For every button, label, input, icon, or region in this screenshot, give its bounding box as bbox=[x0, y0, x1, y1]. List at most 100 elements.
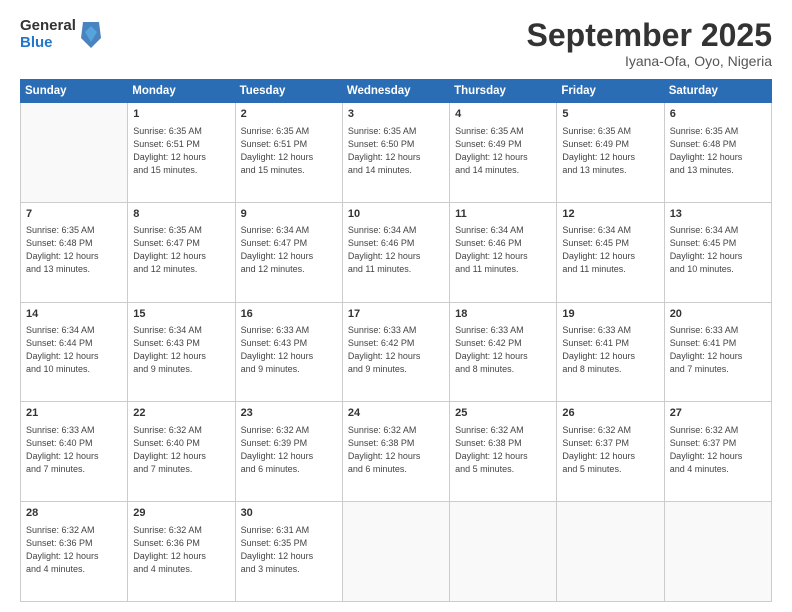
day-number: 17 bbox=[348, 307, 444, 322]
calendar-cell: 2 Sunrise: 6:35 AM Sunset: 6:51 PM Daylig… bbox=[235, 103, 342, 203]
calendar-day-header: Tuesday bbox=[235, 80, 342, 103]
day-info: Sunrise: 6:32 AM Sunset: 6:37 PM Dayligh… bbox=[670, 424, 766, 476]
day-info: Sunrise: 6:35 AM Sunset: 6:50 PM Dayligh… bbox=[348, 125, 444, 177]
calendar-cell: 8 Sunrise: 6:35 AM Sunset: 6:47 PM Daylig… bbox=[128, 202, 235, 302]
calendar-cell: 10Sunrise: 6:34 AM Sunset: 6:46 PM Dayli… bbox=[342, 202, 449, 302]
calendar-cell bbox=[557, 502, 664, 602]
day-info: Sunrise: 6:35 AM Sunset: 6:47 PM Dayligh… bbox=[133, 224, 229, 276]
day-number: 15 bbox=[133, 307, 229, 322]
calendar-cell: 15 Sunrise: 6:34 AM Sunset: 6:43 PM Dayli… bbox=[128, 302, 235, 402]
day-number: 6 bbox=[670, 107, 766, 122]
calendar-cell bbox=[450, 502, 557, 602]
day-number: 29 bbox=[133, 506, 229, 521]
day-number: 25 bbox=[455, 406, 551, 421]
day-info: Sunrise: 6:33 AM Sunset: 6:41 PM Dayligh… bbox=[562, 324, 658, 376]
day-info: Sunrise: 6:33 AM Sunset: 6:42 PM Dayligh… bbox=[455, 324, 551, 376]
calendar-cell: 26 Sunrise: 6:32 AM Sunset: 6:37 PM Dayli… bbox=[557, 402, 664, 502]
calendar-cell: 20 Sunrise: 6:33 AM Sunset: 6:41 PM Dayli… bbox=[664, 302, 771, 402]
logo-text: General Blue bbox=[20, 18, 76, 51]
day-number: 26 bbox=[562, 406, 658, 421]
day-info: Sunrise: 6:33 AM Sunset: 6:40 PM Dayligh… bbox=[26, 424, 122, 476]
day-info: Sunrise: 6:34 AM Sunset: 6:43 PM Dayligh… bbox=[133, 324, 229, 376]
day-number: 9 bbox=[241, 207, 337, 222]
day-number: 3 bbox=[348, 107, 444, 122]
calendar-cell bbox=[664, 502, 771, 602]
calendar-cell bbox=[21, 103, 128, 203]
calendar-cell: 23Sunrise: 6:32 AM Sunset: 6:39 PM Dayli… bbox=[235, 402, 342, 502]
day-number: 19 bbox=[562, 307, 658, 322]
day-info: Sunrise: 6:35 AM Sunset: 6:48 PM Dayligh… bbox=[670, 125, 766, 177]
title-block: September 2025 Iyana-Ofa, Oyo, Nigeria bbox=[527, 18, 772, 69]
day-info: Sunrise: 6:35 AM Sunset: 6:49 PM Dayligh… bbox=[562, 125, 658, 177]
day-info: Sunrise: 6:35 AM Sunset: 6:51 PM Dayligh… bbox=[133, 125, 229, 177]
day-number: 1 bbox=[133, 107, 229, 122]
day-info: Sunrise: 6:33 AM Sunset: 6:42 PM Dayligh… bbox=[348, 324, 444, 376]
calendar-cell: 12Sunrise: 6:34 AM Sunset: 6:45 PM Dayli… bbox=[557, 202, 664, 302]
day-number: 20 bbox=[670, 307, 766, 322]
calendar-cell: 28 Sunrise: 6:32 AM Sunset: 6:36 PM Dayli… bbox=[21, 502, 128, 602]
day-number: 10 bbox=[348, 207, 444, 222]
calendar-day-header: Sunday bbox=[21, 80, 128, 103]
day-number: 11 bbox=[455, 207, 551, 222]
day-number: 8 bbox=[133, 207, 229, 222]
day-info: Sunrise: 6:34 AM Sunset: 6:46 PM Dayligh… bbox=[455, 224, 551, 276]
day-number: 21 bbox=[26, 406, 122, 421]
calendar-cell: 4 Sunrise: 6:35 AM Sunset: 6:49 PM Daylig… bbox=[450, 103, 557, 203]
day-info: Sunrise: 6:31 AM Sunset: 6:35 PM Dayligh… bbox=[241, 524, 337, 576]
day-number: 14 bbox=[26, 307, 122, 322]
calendar-cell bbox=[342, 502, 449, 602]
calendar-table: SundayMondayTuesdayWednesdayThursdayFrid… bbox=[20, 79, 772, 602]
calendar-day-header: Wednesday bbox=[342, 80, 449, 103]
day-info: Sunrise: 6:33 AM Sunset: 6:41 PM Dayligh… bbox=[670, 324, 766, 376]
day-info: Sunrise: 6:32 AM Sunset: 6:37 PM Dayligh… bbox=[562, 424, 658, 476]
header: General Blue September 2025 Iyana-Ofa, O… bbox=[20, 18, 772, 69]
calendar-cell: 27 Sunrise: 6:32 AM Sunset: 6:37 PM Dayli… bbox=[664, 402, 771, 502]
calendar-header-row: SundayMondayTuesdayWednesdayThursdayFrid… bbox=[21, 80, 772, 103]
day-info: Sunrise: 6:32 AM Sunset: 6:39 PM Dayligh… bbox=[241, 424, 337, 476]
calendar-cell: 17 Sunrise: 6:33 AM Sunset: 6:42 PM Dayli… bbox=[342, 302, 449, 402]
calendar-cell: 29 Sunrise: 6:32 AM Sunset: 6:36 PM Dayli… bbox=[128, 502, 235, 602]
day-number: 13 bbox=[670, 207, 766, 222]
day-info: Sunrise: 6:32 AM Sunset: 6:36 PM Dayligh… bbox=[26, 524, 122, 576]
day-number: 27 bbox=[670, 406, 766, 421]
day-number: 4 bbox=[455, 107, 551, 122]
day-info: Sunrise: 6:35 AM Sunset: 6:51 PM Dayligh… bbox=[241, 125, 337, 177]
day-number: 2 bbox=[241, 107, 337, 122]
logo-general: General bbox=[20, 18, 76, 35]
day-number: 22 bbox=[133, 406, 229, 421]
day-info: Sunrise: 6:34 AM Sunset: 6:44 PM Dayligh… bbox=[26, 324, 122, 376]
calendar-cell: 1 Sunrise: 6:35 AM Sunset: 6:51 PM Daylig… bbox=[128, 103, 235, 203]
logo-blue: Blue bbox=[20, 35, 76, 52]
day-info: Sunrise: 6:34 AM Sunset: 6:45 PM Dayligh… bbox=[562, 224, 658, 276]
calendar-week-row: 21 Sunrise: 6:33 AM Sunset: 6:40 PM Dayli… bbox=[21, 402, 772, 502]
day-number: 16 bbox=[241, 307, 337, 322]
logo: General Blue bbox=[20, 18, 103, 51]
day-number: 28 bbox=[26, 506, 122, 521]
calendar-cell: 22 Sunrise: 6:32 AM Sunset: 6:40 PM Dayli… bbox=[128, 402, 235, 502]
day-info: Sunrise: 6:32 AM Sunset: 6:38 PM Dayligh… bbox=[455, 424, 551, 476]
location: Iyana-Ofa, Oyo, Nigeria bbox=[527, 53, 772, 69]
day-info: Sunrise: 6:35 AM Sunset: 6:49 PM Dayligh… bbox=[455, 125, 551, 177]
day-info: Sunrise: 6:34 AM Sunset: 6:47 PM Dayligh… bbox=[241, 224, 337, 276]
calendar-cell: 13Sunrise: 6:34 AM Sunset: 6:45 PM Dayli… bbox=[664, 202, 771, 302]
calendar-day-header: Monday bbox=[128, 80, 235, 103]
day-info: Sunrise: 6:32 AM Sunset: 6:40 PM Dayligh… bbox=[133, 424, 229, 476]
calendar-cell: 24Sunrise: 6:32 AM Sunset: 6:38 PM Dayli… bbox=[342, 402, 449, 502]
page: General Blue September 2025 Iyana-Ofa, O… bbox=[0, 0, 792, 612]
day-number: 30 bbox=[241, 506, 337, 521]
calendar-cell: 21 Sunrise: 6:33 AM Sunset: 6:40 PM Dayli… bbox=[21, 402, 128, 502]
day-info: Sunrise: 6:33 AM Sunset: 6:43 PM Dayligh… bbox=[241, 324, 337, 376]
calendar-cell: 30 Sunrise: 6:31 AM Sunset: 6:35 PM Dayli… bbox=[235, 502, 342, 602]
calendar-day-header: Saturday bbox=[664, 80, 771, 103]
day-info: Sunrise: 6:32 AM Sunset: 6:36 PM Dayligh… bbox=[133, 524, 229, 576]
calendar-cell: 9 Sunrise: 6:34 AM Sunset: 6:47 PM Daylig… bbox=[235, 202, 342, 302]
day-number: 18 bbox=[455, 307, 551, 322]
calendar-week-row: 28 Sunrise: 6:32 AM Sunset: 6:36 PM Dayli… bbox=[21, 502, 772, 602]
calendar-cell: 7Sunrise: 6:35 AM Sunset: 6:48 PM Daylig… bbox=[21, 202, 128, 302]
calendar-cell: 19 Sunrise: 6:33 AM Sunset: 6:41 PM Dayli… bbox=[557, 302, 664, 402]
calendar-day-header: Thursday bbox=[450, 80, 557, 103]
logo-icon bbox=[79, 20, 103, 50]
calendar-week-row: 7Sunrise: 6:35 AM Sunset: 6:48 PM Daylig… bbox=[21, 202, 772, 302]
calendar-cell: 6 Sunrise: 6:35 AM Sunset: 6:48 PM Daylig… bbox=[664, 103, 771, 203]
day-info: Sunrise: 6:32 AM Sunset: 6:38 PM Dayligh… bbox=[348, 424, 444, 476]
